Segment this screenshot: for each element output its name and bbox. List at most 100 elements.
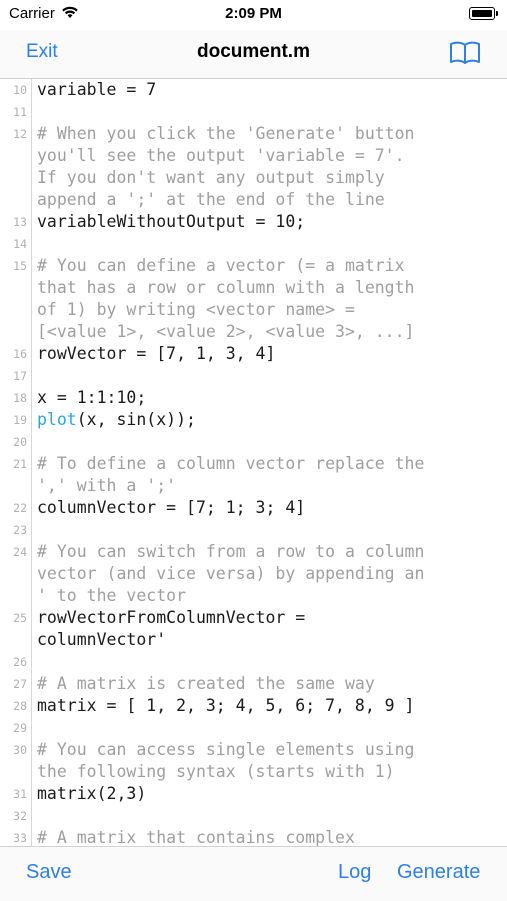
code-line[interactable]: 30 # You can access single elements using — [0, 739, 507, 761]
code-line[interactable]: 23 — [0, 519, 507, 541]
code-comment: vector (and vice versa) by appending an — [37, 564, 425, 583]
line-number: 14 — [13, 237, 27, 251]
code-line[interactable]: 19 plot(x, sin(x)); — [0, 409, 507, 431]
code-comment: # To define a column vector replace the — [37, 454, 425, 473]
line-number: 21 — [13, 457, 27, 471]
code-text: columnVector = [7; 1; 3; 4] — [37, 498, 306, 517]
line-number: 15 — [13, 259, 27, 273]
code-line[interactable]: 14 — [0, 233, 507, 255]
code-text: rowVectorFromColumnVector = — [37, 608, 306, 627]
line-number: 13 — [13, 215, 27, 229]
code-comment: [<value 1>, <value 2>, <value 3>, ...] — [37, 322, 415, 341]
line-number: 31 — [13, 787, 27, 801]
code-line[interactable]: 11 — [0, 101, 507, 123]
code-line[interactable]: 33 # A matrix that contains complex — [0, 827, 507, 846]
code-line[interactable]: 15 # You can define a vector (= a matrix — [0, 255, 507, 277]
code-text: plot(x, sin(x)); — [37, 410, 196, 429]
code-line[interactable]: 13 variableWithoutOutput = 10; — [0, 211, 507, 233]
code-text: variable = 7 — [37, 80, 157, 99]
line-number: 32 — [13, 809, 27, 823]
code-line[interactable]: If you don't want any output simply — [0, 167, 507, 189]
code-line[interactable]: ' to the vector — [0, 585, 507, 607]
code-line[interactable]: 12 # When you click the 'Generate' button — [0, 123, 507, 145]
code-line[interactable]: ',' with a ';' — [0, 475, 507, 497]
code-comment: # You can access single elements using — [37, 740, 415, 759]
generate-button[interactable]: Generate — [397, 861, 480, 884]
book-icon[interactable] — [449, 40, 481, 71]
code-line[interactable]: the following syntax (starts with 1) — [0, 761, 507, 783]
battery-icon — [469, 7, 498, 20]
code-comment: # You can define a vector (= a matrix — [37, 256, 405, 275]
code-text: variableWithoutOutput = 10; — [37, 212, 306, 231]
save-button[interactable]: Save — [26, 861, 72, 884]
line-number: 20 — [13, 435, 27, 449]
code-editor[interactable]: 10 variable = 7 11 12 # When you click the … — [0, 79, 507, 846]
line-number: 27 — [13, 677, 27, 691]
code-line[interactable]: 22 columnVector = [7; 1; 3; 4] — [0, 497, 507, 519]
line-number: 12 — [13, 127, 27, 141]
code-line[interactable]: 20 — [0, 431, 507, 453]
code-text: x = 1:1:10; — [37, 388, 147, 407]
code-line[interactable]: 18 x = 1:1:10; — [0, 387, 507, 409]
code-line[interactable]: 26 — [0, 651, 507, 673]
line-number: 17 — [13, 369, 27, 383]
code-line[interactable]: 32 — [0, 805, 507, 827]
line-number: 26 — [13, 655, 27, 669]
code-comment: that has a row or column with a length — [37, 278, 415, 297]
code-comment: # A matrix is created the same way — [37, 674, 375, 693]
code-line[interactable]: [<value 1>, <value 2>, <value 3>, ...] — [0, 321, 507, 343]
bottom-toolbar: Save Log Generate — [0, 846, 507, 901]
function-keyword: plot — [37, 410, 77, 429]
code-line[interactable]: 27 # A matrix is created the same way — [0, 673, 507, 695]
code-line[interactable]: vector (and vice versa) by appending an — [0, 563, 507, 585]
navigation-bar: Exit document.m — [0, 30, 507, 79]
code-line[interactable]: columnVector' — [0, 629, 507, 651]
code-line[interactable]: that has a row or column with a length — [0, 277, 507, 299]
line-number: 22 — [13, 501, 27, 515]
code-comment: you'll see the output 'variable = 7'. — [37, 146, 405, 165]
code-text: matrix = [ 1, 2, 3; 4, 5, 6; 7, 8, 9 ] — [37, 696, 415, 715]
line-number: 18 — [13, 391, 27, 405]
code-line[interactable]: 16 rowVector = [7, 1, 3, 4] — [0, 343, 507, 365]
line-number: 33 — [13, 831, 27, 845]
line-number: 16 — [13, 347, 27, 361]
code-line[interactable]: 10 variable = 7 — [0, 79, 507, 101]
line-number: 10 — [13, 83, 27, 97]
line-number: 19 — [13, 413, 27, 427]
code-comment: ',' with a ';' — [37, 476, 177, 495]
code-comment: ' to the vector — [37, 586, 187, 605]
code-text: matrix(2,3) — [37, 784, 147, 803]
code-line[interactable]: 24 # You can switch from a row to a colum… — [0, 541, 507, 563]
line-number: 30 — [13, 743, 27, 757]
code-comment: # You can switch from a row to a column — [37, 542, 425, 561]
log-button[interactable]: Log — [338, 861, 371, 884]
code-line[interactable]: of 1) by writing <vector name> = — [0, 299, 507, 321]
line-number: 29 — [13, 721, 27, 735]
code-line[interactable]: append a ';' at the end of the line — [0, 189, 507, 211]
code-text: rowVector = [7, 1, 3, 4] — [37, 344, 276, 363]
code-line[interactable]: 29 — [0, 717, 507, 739]
code-comment: of 1) by writing <vector name> = — [37, 300, 355, 319]
code-line[interactable]: 25 rowVectorFromColumnVector = — [0, 607, 507, 629]
code-line[interactable]: 21 # To define a column vector replace th… — [0, 453, 507, 475]
line-number: 25 — [13, 611, 27, 625]
status-bar: Carrier 2:09 PM — [0, 0, 507, 30]
code-comment: the following syntax (starts with 1) — [37, 762, 395, 781]
code-comment: If you don't want any output simply — [37, 168, 385, 187]
code-line[interactable]: you'll see the output 'variable = 7'. — [0, 145, 507, 167]
code-line[interactable]: 28 matrix = [ 1, 2, 3; 4, 5, 6; 7, 8, 9 ] — [0, 695, 507, 717]
code-comment: append a ';' at the end of the line — [37, 190, 385, 209]
code-line[interactable]: 17 — [0, 365, 507, 387]
code-text: columnVector' — [37, 630, 167, 649]
line-number: 28 — [13, 699, 27, 713]
code-comment: # When you click the 'Generate' button — [37, 124, 415, 143]
code-line[interactable]: 31 matrix(2,3) — [0, 783, 507, 805]
